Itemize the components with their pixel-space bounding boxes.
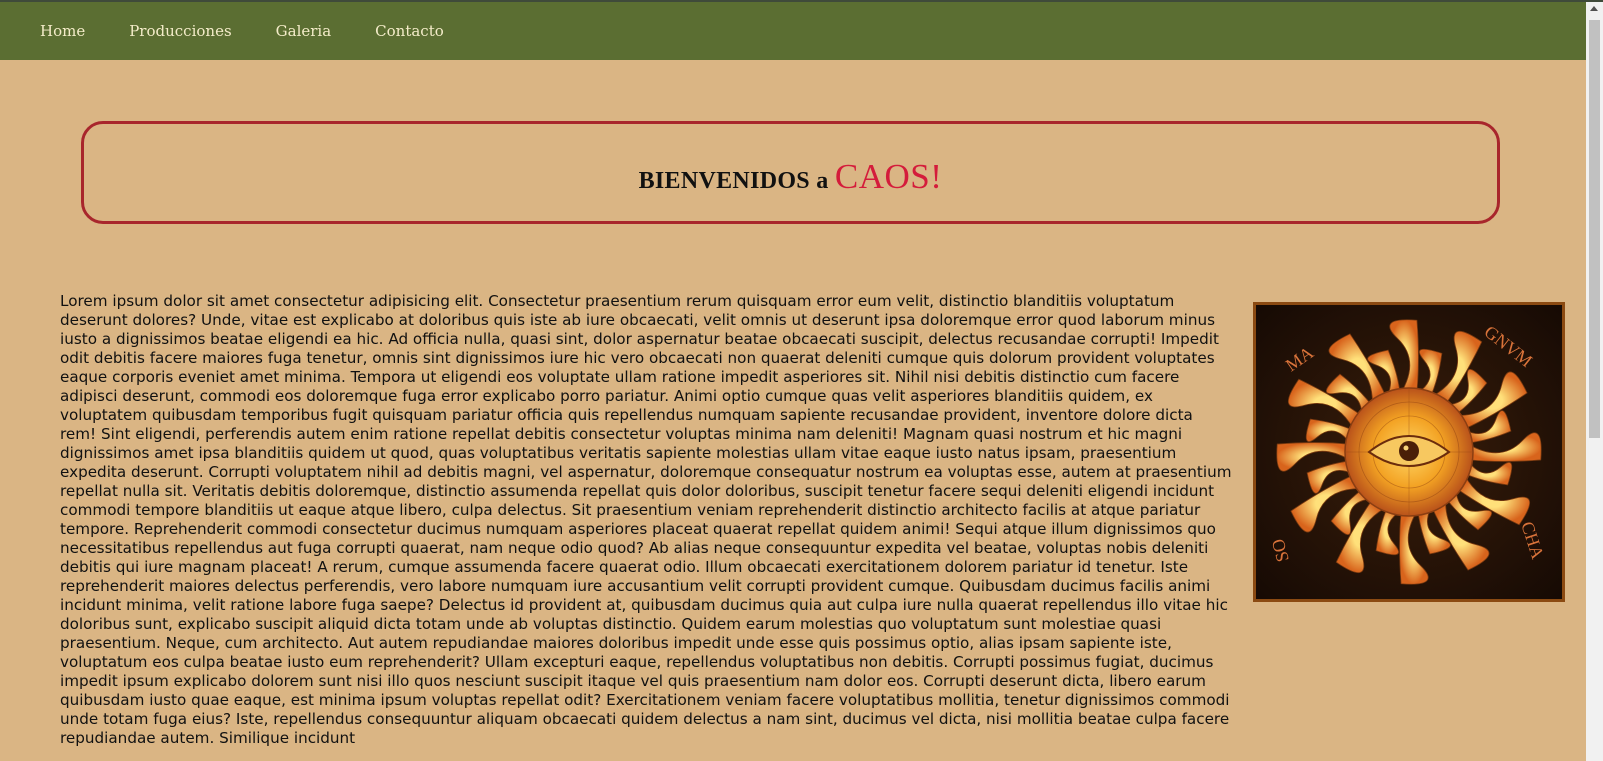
scrollbar-thumb[interactable]	[1589, 20, 1600, 438]
nav-link-producciones[interactable]: Producciones	[129, 22, 231, 40]
nav-link-home[interactable]: Home	[40, 22, 85, 40]
sun-emblem-icon: MA GNVM SO CHA	[1256, 305, 1562, 599]
welcome-title: BIENVENIDOS a CAOS!	[639, 157, 943, 197]
page-scrollbar[interactable]	[1586, 2, 1603, 761]
welcome-title-prefix: BIENVENIDOS a	[638, 167, 835, 194]
welcome-brand-name: CAOS!	[834, 156, 943, 196]
magnum-chaos-image: MA GNVM SO CHA	[1253, 302, 1565, 602]
nav-link-contacto[interactable]: Contacto	[375, 22, 444, 40]
intro-paragraph: Lorem ipsum dolor sit amet consectetur a…	[60, 292, 1232, 747]
nav-link-galeria[interactable]: Galeria	[276, 22, 332, 40]
main-navbar: Home Producciones Galeria Contacto	[0, 2, 1586, 60]
welcome-banner: BIENVENIDOS a CAOS!	[81, 121, 1500, 224]
scroll-up-arrow-icon[interactable]	[1590, 6, 1598, 11]
